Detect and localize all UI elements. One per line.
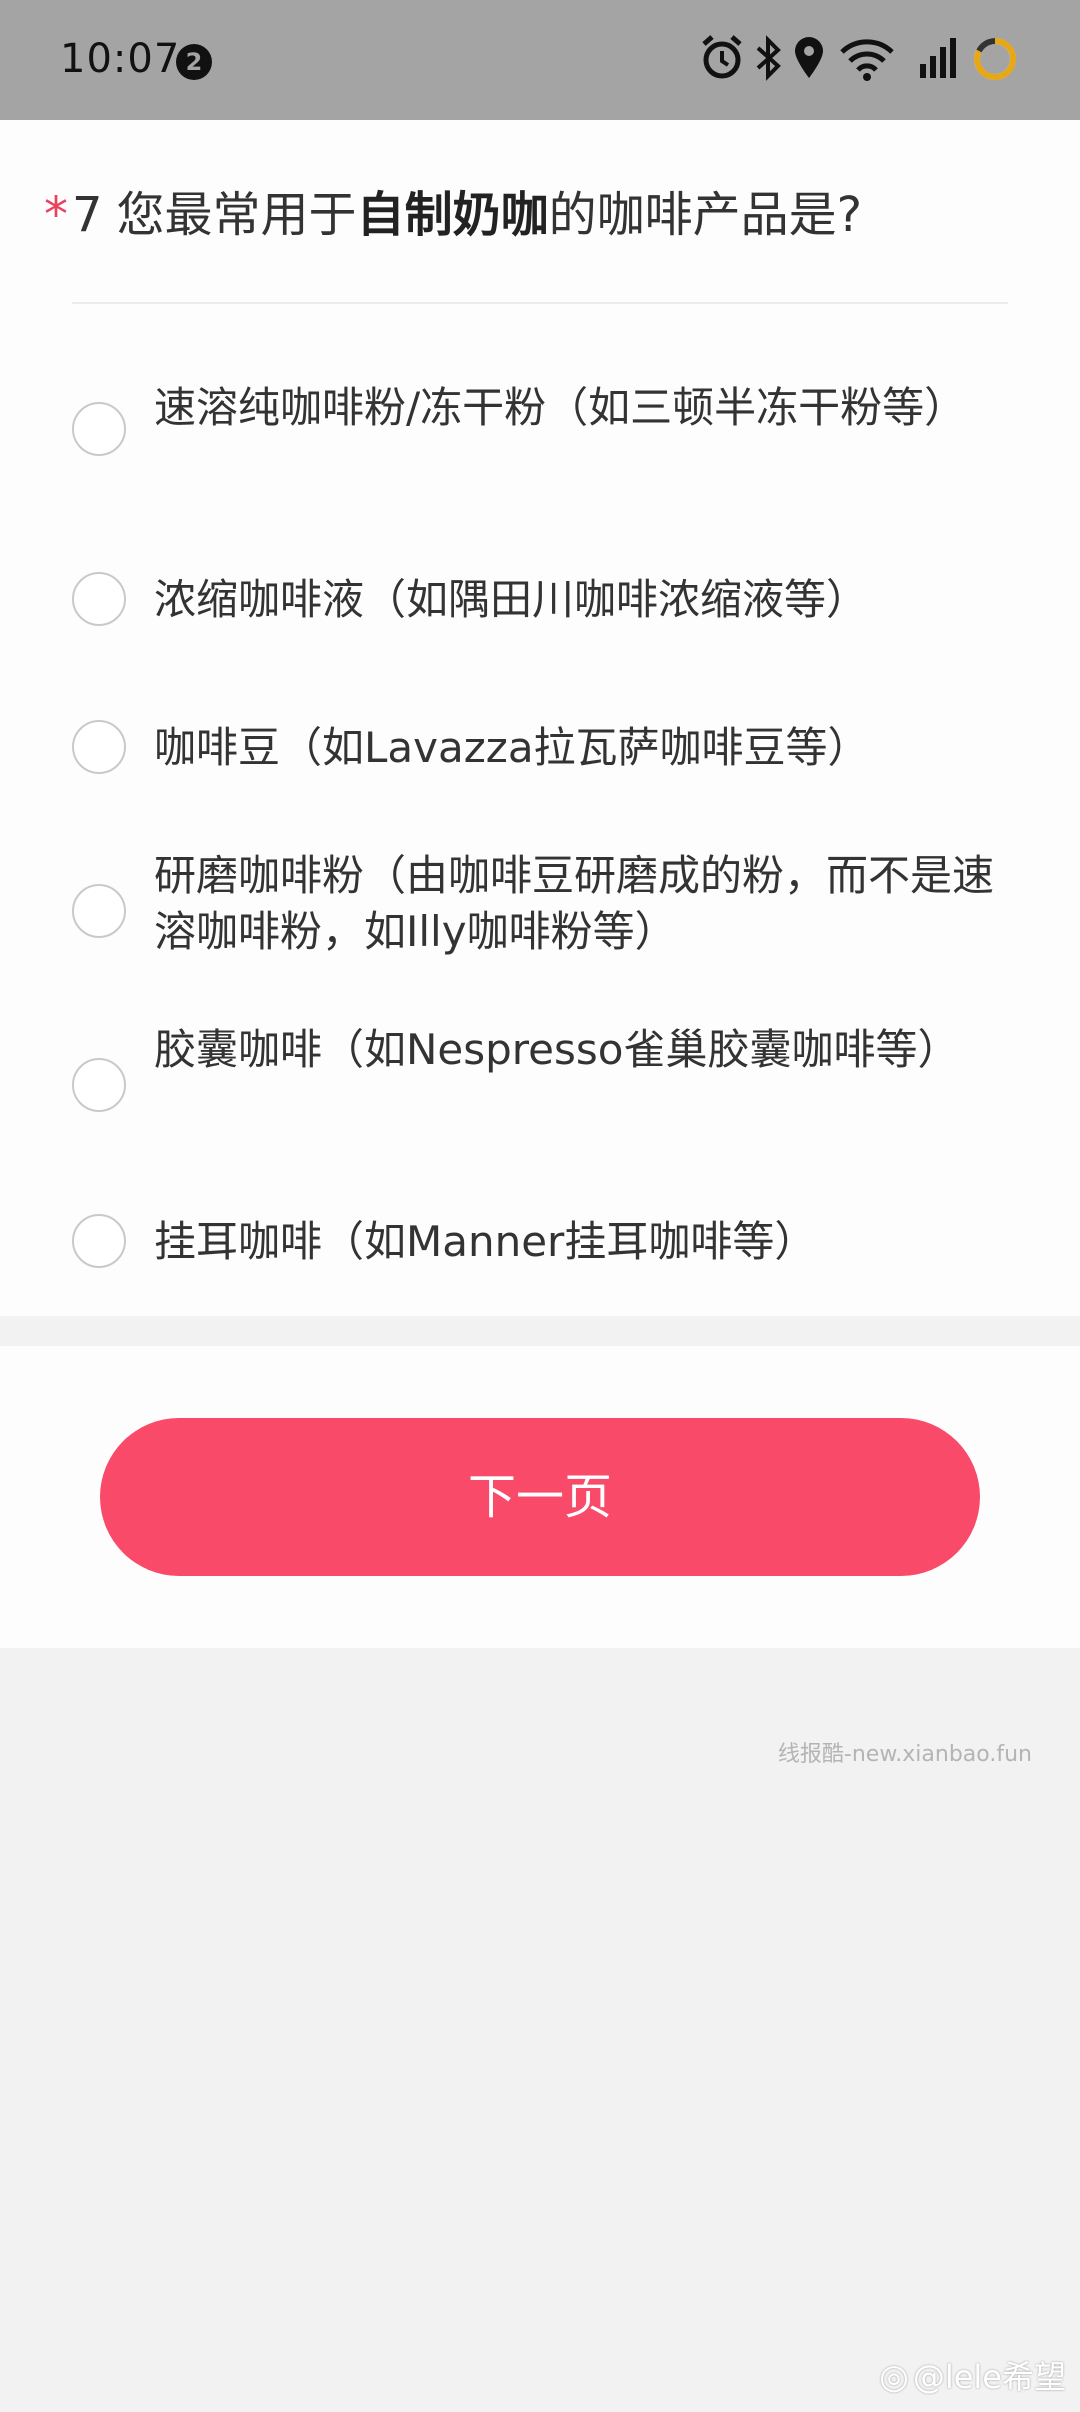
- radio-button[interactable]: [72, 1058, 126, 1112]
- radio-button[interactable]: [72, 884, 126, 938]
- required-mark: *: [44, 187, 68, 243]
- weibo-watermark: ◎ @lele希望: [879, 2352, 1066, 2398]
- weibo-icon: ◎: [879, 2357, 909, 2397]
- radio-button[interactable]: [72, 572, 126, 626]
- option-label[interactable]: 研磨咖啡粉（由咖啡豆研磨成的粉，而不是速溶咖啡粉，如Illy咖啡粉等）: [154, 848, 1004, 960]
- radio-button[interactable]: [72, 1214, 126, 1268]
- next-card: 下一页: [0, 1346, 1080, 1648]
- cellular-signal-icon: [920, 38, 956, 78]
- weibo-watermark-text: @lele希望: [912, 2358, 1066, 2396]
- question-text-before: 您最常用于: [116, 187, 357, 243]
- notification-badge: 2: [176, 44, 212, 80]
- radio-button[interactable]: [72, 402, 126, 456]
- status-bar: 10:07 2: [0, 0, 1080, 120]
- question-text-bold: 自制奶咖: [356, 187, 549, 243]
- divider: [72, 302, 1008, 304]
- alarm-icon: [702, 35, 742, 79]
- question-title: *7 您最常用于自制奶咖的咖啡产品是?: [44, 180, 1034, 250]
- option-label[interactable]: 速溶纯咖啡粉/冻干粉（如三顿半冻干粉等）: [154, 380, 1004, 436]
- section-separator: [0, 1316, 1080, 1346]
- site-watermark: 线报酷-new.xianbao.fun: [777, 1742, 1032, 1767]
- location-icon: [795, 37, 823, 78]
- battery-ring-icon: [974, 37, 1017, 80]
- option-label[interactable]: 胶囊咖啡（如Nespresso雀巢胶囊咖啡等）: [154, 1022, 1004, 1078]
- question-number: 7: [72, 187, 103, 243]
- option-label[interactable]: 挂耳咖啡（如Manner挂耳咖啡等）: [154, 1214, 1004, 1270]
- wifi-icon: [840, 39, 894, 81]
- question-text-after: 的咖啡产品是?: [548, 187, 863, 243]
- question-card: *7 您最常用于自制奶咖的咖啡产品是? 速溶纯咖啡粉/冻干粉（如三顿半冻干粉等） …: [0, 120, 1080, 1316]
- status-icons: [700, 34, 1020, 86]
- bluetooth-icon: [756, 35, 781, 81]
- status-time: 10:07: [60, 36, 181, 82]
- radio-button[interactable]: [72, 720, 126, 774]
- option-label[interactable]: 咖啡豆（如Lavazza拉瓦萨咖啡豆等）: [154, 720, 1004, 776]
- next-page-button[interactable]: 下一页: [100, 1418, 980, 1576]
- option-label[interactable]: 浓缩咖啡液（如隅田川咖啡浓缩液等）: [154, 572, 1004, 628]
